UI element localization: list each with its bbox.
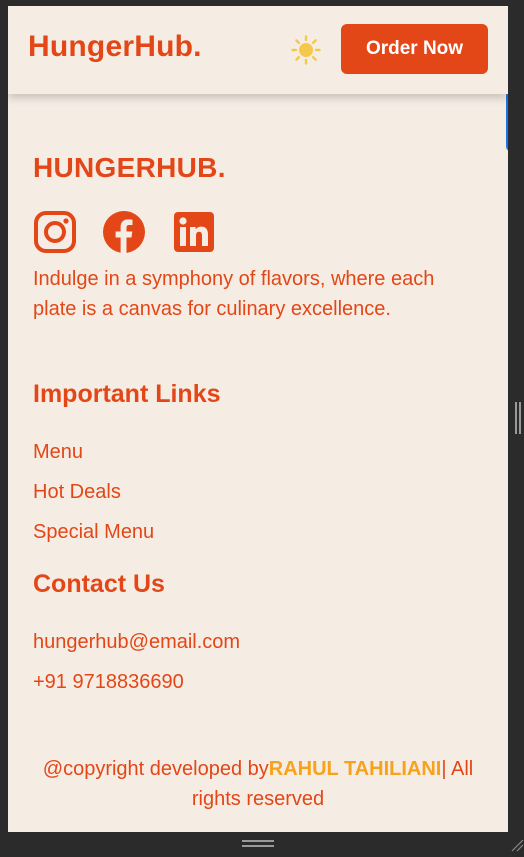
- instagram-icon: [34, 211, 76, 253]
- page-viewport: HungerHub. Order Now HUNGERHUB. Indulge …: [8, 6, 508, 832]
- contact-phone[interactable]: +91 9718836690: [33, 671, 184, 694]
- link-hot-deals[interactable]: Hot Deals: [33, 481, 121, 504]
- order-now-button[interactable]: Order Now: [341, 24, 488, 74]
- footer-brand: HUNGERHUB.: [33, 152, 226, 183]
- sun-icon: [291, 35, 321, 65]
- resize-grip-handle[interactable]: [515, 402, 521, 434]
- copyright-prefix: @copyright developed by: [42, 758, 269, 780]
- contact-us-heading: Contact Us: [33, 570, 165, 598]
- important-links-heading: Important Links: [33, 380, 221, 408]
- link-special-menu[interactable]: Special Menu: [33, 521, 154, 544]
- linkedin-icon: [174, 212, 214, 252]
- instagram-link[interactable]: [33, 210, 77, 254]
- bottom-drag-handle[interactable]: [242, 840, 274, 848]
- link-menu[interactable]: Menu: [33, 441, 83, 464]
- corner-resize-icon[interactable]: [510, 838, 524, 852]
- navbar-brand[interactable]: HungerHub.: [28, 30, 202, 64]
- corner-resize-glyph: [511, 839, 524, 852]
- author-name[interactable]: RAHUL TAHILIANI: [269, 758, 442, 780]
- scroll-indicator[interactable]: [506, 90, 508, 152]
- footer-tagline: Indulge in a symphony of flavors, where …: [33, 268, 435, 320]
- contact-email[interactable]: hungerhub@email.com: [33, 631, 240, 654]
- facebook-icon: [103, 211, 145, 253]
- theme-toggle-sun-icon[interactable]: [288, 32, 324, 68]
- social-links: [33, 210, 253, 256]
- linkedin-link[interactable]: [172, 210, 216, 254]
- navbar: HungerHub. Order Now: [8, 6, 508, 94]
- copyright-text: @copyright developed byRAHUL TAHILIANI| …: [16, 754, 500, 814]
- facebook-link[interactable]: [102, 210, 146, 254]
